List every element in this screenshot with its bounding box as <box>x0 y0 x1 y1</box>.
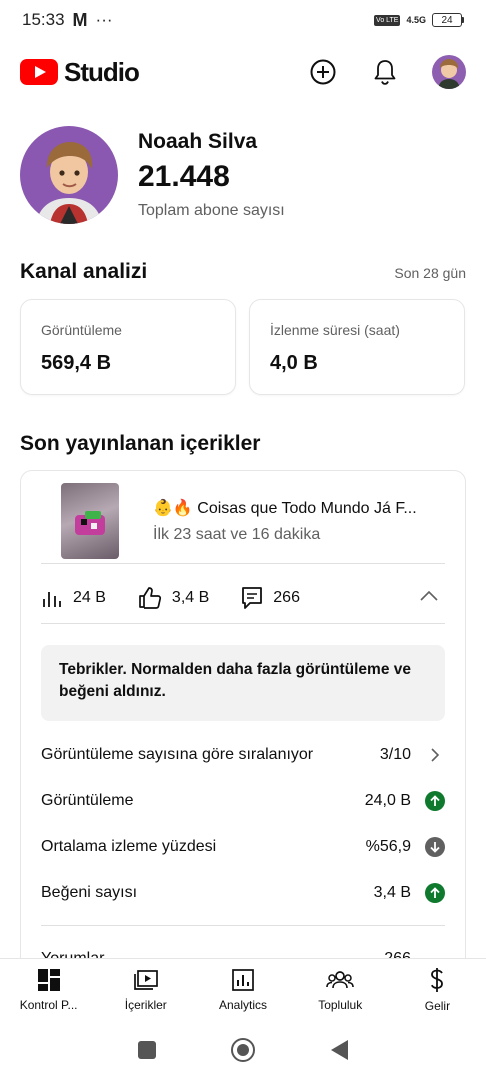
bottom-nav: Kontrol P... İçerikler Analytics Toplulu… <box>0 958 486 1020</box>
more-notifications-icon: ··· <box>95 10 113 29</box>
watch-time-card[interactable]: İzlenme süresi (saat) 4,0 B <box>249 299 465 395</box>
likes-detail-value: 3,4 B <box>373 884 411 901</box>
nav-content[interactable]: İçerikler <box>97 959 194 1020</box>
avg-watch-row: Ortalama izleme yüzdesi %56,9 <box>41 827 445 867</box>
ranking-row[interactable]: Görüntüleme sayısına göre sıralanıyor 3/… <box>41 735 445 775</box>
youtube-studio-logo[interactable]: Studio <box>20 56 140 88</box>
nav-analytics-label: Analytics <box>218 997 268 1012</box>
bar-chart-icon <box>43 592 61 607</box>
analytics-period[interactable]: Son 28 gün <box>394 265 466 281</box>
recent-header: Son yayınlanan içerikler <box>20 432 466 456</box>
network-indicator: 4.5G <box>406 14 426 25</box>
content-icon <box>133 969 158 990</box>
arrow-up-icon <box>425 883 445 903</box>
nav-earn-label: Gelir <box>424 998 451 1013</box>
video-row[interactable]: 👶🔥 Coisas que Todo Mundo Já F... İlk 23 … <box>21 471 465 563</box>
nav-community-label: Topluluk <box>318 997 363 1012</box>
recent-video-card: 👶🔥 Coisas que Todo Mundo Já F... İlk 23 … <box>20 470 466 1010</box>
divider <box>41 623 445 624</box>
chevron-up-icon[interactable] <box>419 589 439 607</box>
recents-button[interactable] <box>137 1041 156 1059</box>
comments-metric: 266 <box>241 586 300 610</box>
subscriber-count: 21.448 <box>138 160 230 193</box>
home-button[interactable] <box>231 1038 256 1062</box>
video-title: 👶🔥 Coisas que Todo Mundo Já F... <box>153 500 417 517</box>
arrow-up-icon <box>425 791 445 811</box>
app-header: Studio <box>0 48 486 96</box>
nav-content-label: İçerikler <box>124 997 167 1012</box>
create-icon[interactable] <box>308 57 338 87</box>
system-nav-bar <box>0 1020 486 1080</box>
likes-detail-row: Beğeni sayısı 3,4 B <box>41 873 445 913</box>
battery-icon: 24 <box>432 13 464 27</box>
status-bar: 15:33 M ··· Vo LTE 4.5G 24 <box>0 0 486 40</box>
chevron-right-icon <box>431 748 440 762</box>
video-metrics: 24 B 3,4 B 266 <box>41 575 445 621</box>
comments-metric-value: 266 <box>273 589 300 606</box>
analytics-header: Kanal analizi Son 28 gün <box>20 260 466 284</box>
gmail-icon: M <box>72 9 88 30</box>
views-value: 569,4 B <box>41 352 112 374</box>
nav-earn[interactable]: Gelir <box>389 959 486 1020</box>
nav-analytics[interactable]: Analytics <box>194 959 291 1020</box>
analytics-icon <box>232 968 254 991</box>
arrow-down-icon <box>425 837 445 857</box>
divider <box>41 925 445 926</box>
account-avatar[interactable] <box>432 55 466 89</box>
thumbs-up-icon <box>139 587 162 609</box>
back-button[interactable] <box>331 1040 349 1060</box>
views-detail-row: Görüntüleme 24,0 B <box>41 781 445 821</box>
avg-watch-value: %56,9 <box>365 838 411 855</box>
watch-time-label: İzlenme süresi (saat) <box>270 322 400 338</box>
channel-name: Noaah Silva <box>138 130 258 153</box>
likes-detail-label: Beğeni sayısı <box>41 884 138 901</box>
likes-metric-value: 3,4 B <box>171 589 210 606</box>
nav-community[interactable]: Topluluk <box>292 959 389 1020</box>
bell-icon[interactable] <box>370 57 400 87</box>
analytics-title: Kanal analizi <box>20 260 148 283</box>
community-icon <box>326 970 355 988</box>
views-label: Görüntüleme <box>41 322 122 338</box>
views-metric: 24 B <box>41 587 106 609</box>
comment-icon <box>242 587 263 609</box>
video-period: İlk 23 saat ve 16 dakika <box>153 526 321 543</box>
watch-time-value: 4,0 B <box>270 352 318 374</box>
views-card[interactable]: Görüntüleme 569,4 B <box>20 299 236 395</box>
youtube-play-icon <box>20 59 58 85</box>
nav-dashboard-label: Kontrol P... <box>19 997 78 1012</box>
dashboard-icon <box>37 968 60 991</box>
views-detail-value: 24,0 B <box>364 792 411 809</box>
volte-icon: Vo LTE <box>374 14 401 26</box>
channel-summary: Noaah Silva 21.448 Toplam abone sayısı <box>20 126 285 224</box>
channel-avatar[interactable] <box>20 126 118 224</box>
avg-watch-label: Ortalama izleme yüzdesi <box>41 838 217 855</box>
video-thumbnail[interactable] <box>61 483 119 559</box>
congrats-banner: Tebrikler. Normalden daha fazla görüntül… <box>41 645 445 721</box>
recent-title: Son yayınlanan içerikler <box>20 432 261 455</box>
views-metric-value: 24 B <box>73 589 106 606</box>
ranking-value: 3/10 <box>379 746 411 763</box>
brand-name: Studio <box>64 56 140 87</box>
dollar-icon <box>431 967 444 992</box>
nav-dashboard[interactable]: Kontrol P... <box>0 959 97 1020</box>
likes-metric: 3,4 B <box>138 586 209 610</box>
clock: 15:33 <box>22 10 65 29</box>
ranking-label: Görüntüleme sayısına göre sıralanıyor <box>41 746 314 763</box>
views-detail-label: Görüntüleme <box>41 792 134 809</box>
subscriber-label: Toplam abone sayısı <box>138 202 285 219</box>
divider <box>41 563 445 564</box>
